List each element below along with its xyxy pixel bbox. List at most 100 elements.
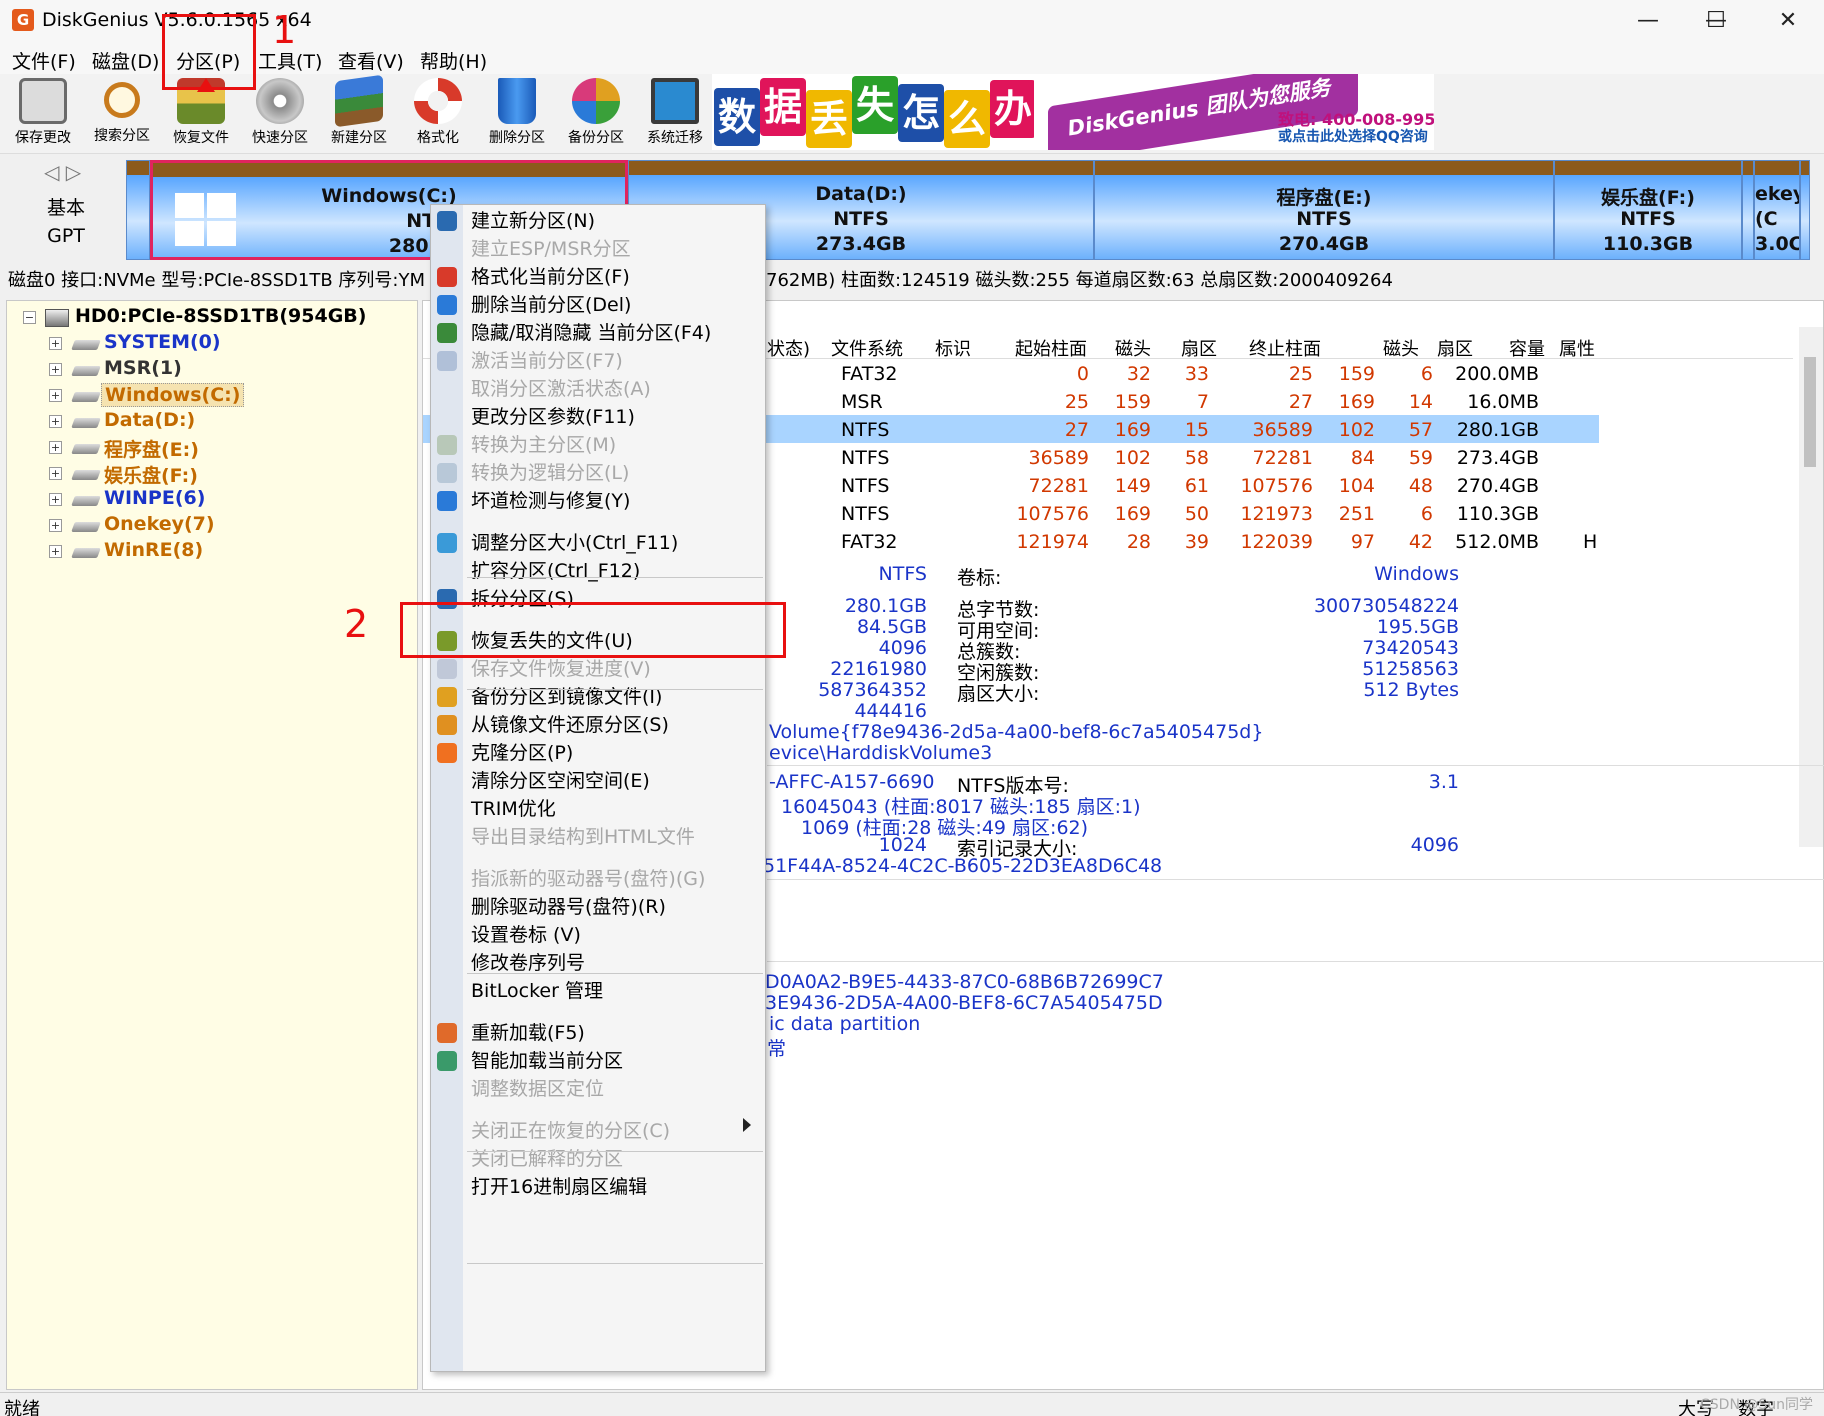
table-header-cell[interactable]: 扇区 (1181, 335, 1217, 361)
menu-item[interactable]: 清除分区空闲空间(E) (471, 767, 650, 795)
menu-item: 指派新的驱动器号(盘符)(G) (471, 868, 706, 890)
table-header-cell[interactable]: 磁头 (1383, 335, 1419, 361)
disk-nav-arrows-icon[interactable]: ◁ ▷ (44, 160, 81, 184)
tree-item-partition[interactable]: + Data(D:) (15, 409, 415, 435)
cell-s1: 61 (1184, 475, 1209, 497)
close-button[interactable]: ✕ (1752, 0, 1824, 42)
table-header-cell[interactable]: 属性 (1559, 335, 1595, 361)
menu-item[interactable]: BitLocker 管理 (471, 977, 603, 1005)
cell-attr: H (1583, 531, 1598, 553)
expand-icon[interactable]: + (49, 415, 62, 428)
tool-save-changes[interactable]: 保存更改 (5, 76, 81, 152)
menu-item[interactable]: 备份分区到镜像文件(I) (471, 683, 662, 711)
detail-value: 444416 (854, 700, 927, 722)
tree-item-partition[interactable]: + MSR(1) (15, 357, 415, 383)
table-header-cell[interactable]: 容量 (1509, 335, 1545, 361)
detail-device-path: evice\HarddiskVolume3 (769, 742, 993, 764)
expand-icon[interactable]: + (49, 337, 62, 350)
cell-cap: 110.3GB (1456, 503, 1539, 525)
expand-icon[interactable]: + (49, 389, 62, 402)
menu-item[interactable]: 智能加载当前分区 (471, 1047, 623, 1075)
menu-item[interactable]: 隐藏/取消隐藏 当前分区(F4) (471, 319, 711, 347)
tool-delete-partition[interactable]: 删除分区 (479, 76, 555, 152)
partition-block-onekey[interactable]: ekey (C 3.0C (1754, 160, 1800, 260)
menu-item[interactable]: TRIM优化 (471, 795, 556, 823)
menu-item[interactable]: 克隆分区(P) (471, 739, 573, 767)
tool-new-partition[interactable]: 新建分区 (321, 74, 397, 152)
vertical-scrollbar[interactable] (1799, 327, 1823, 847)
tool-backup-partition[interactable]: 备份分区 (558, 76, 634, 152)
annotation-arrow-icon (197, 78, 215, 92)
tree-item-partition[interactable]: + 程序盘(E:) (15, 435, 415, 461)
menu-file[interactable]: 文件(F) (12, 47, 76, 74)
menu-item[interactable]: 删除驱动器号(盘符)(R) (471, 893, 666, 921)
banner-qq-link[interactable]: 或点击此处选择QQ咨询 (1278, 126, 1428, 146)
expand-icon[interactable]: + (49, 493, 62, 506)
tool-search-partition[interactable]: 搜索分区 (84, 76, 160, 152)
table-header-cell[interactable]: 起始柱面 (1015, 335, 1087, 361)
menu-item[interactable]: 坏道检测与修复(Y) (471, 487, 630, 515)
expand-icon[interactable]: + (49, 441, 62, 454)
tree-item-partition[interactable]: + SYSTEM(0) (15, 331, 415, 357)
menu-view[interactable]: 查看(V) (338, 47, 404, 74)
tree-item-label: 娱乐盘(F:) (104, 465, 198, 487)
table-header-cell[interactable]: 状态) (767, 335, 810, 361)
partition-block-f[interactable]: 娱乐盘(F:) NTFS 110.3GB (1554, 160, 1742, 260)
menu-disk[interactable]: 磁盘(D) (92, 47, 159, 74)
expand-icon[interactable]: + (49, 545, 62, 558)
tool-system-migration[interactable]: 系统迁移 (637, 76, 713, 152)
menu-item[interactable]: 调整分区大小(Ctrl_F11) (471, 529, 678, 557)
menu-item[interactable]: 打开16进制扇区编辑 (471, 1173, 647, 1201)
partition-block-winpe[interactable] (1742, 160, 1754, 260)
banner-char: 数 (714, 88, 760, 146)
partition-drive-icon (71, 366, 101, 376)
table-header-cell[interactable]: 终止柱面 (1249, 335, 1321, 361)
scrollbar-thumb[interactable] (1804, 357, 1816, 467)
table-header-cell[interactable]: 扇区 (1437, 335, 1473, 361)
detail-divider (767, 765, 1824, 766)
menu-item: 激活当前分区(F7) (471, 350, 623, 372)
tree-item-label: SYSTEM(0) (104, 331, 221, 353)
expand-icon[interactable]: + (49, 467, 62, 480)
partition-block-winre[interactable] (1800, 160, 1810, 260)
detail-divider (767, 879, 1824, 880)
partition-block-system[interactable] (126, 160, 150, 260)
detail-serial: -AFFC-A157-6690 (769, 771, 935, 793)
tree-item-partition[interactable]: + Onekey(7) (15, 513, 415, 539)
cell-c2: 72281 (1252, 447, 1313, 469)
menu-help[interactable]: 帮助(H) (420, 47, 487, 74)
menu-item[interactable]: 从镜像文件还原分区(S) (471, 711, 669, 739)
menu-item[interactable]: 删除当前分区(Del) (471, 291, 631, 319)
maximize-button[interactable]: ☐ (1680, 0, 1752, 42)
tree-item-partition[interactable]: + 娱乐盘(F:) (15, 461, 415, 487)
table-header-cell[interactable]: 标识 (935, 335, 971, 361)
menu-item[interactable]: 更改分区参数(F11) (471, 403, 635, 431)
tree-item-label: WinRE(8) (104, 539, 204, 561)
tool-format[interactable]: 格式化 (400, 76, 476, 152)
tree-item-label: WINPE(6) (104, 487, 206, 509)
minimize-button[interactable]: — (1612, 0, 1684, 42)
partition-drive-icon (71, 418, 101, 428)
table-header-cell[interactable]: 文件系统 (831, 335, 903, 361)
cell-h1: 169 (1114, 419, 1151, 441)
menu-item[interactable]: 扩容分区(Ctrl_F12) (471, 557, 640, 585)
expand-icon[interactable]: + (49, 519, 62, 532)
collapse-icon[interactable]: − (23, 311, 36, 324)
tree-item-partition[interactable]: + WinRE(8) (15, 539, 415, 565)
cell-h2: 84 (1350, 447, 1375, 469)
tree-item-partition[interactable]: + Windows(C:) (15, 383, 415, 409)
cell-h2: 169 (1338, 391, 1375, 413)
menu-item[interactable]: 重新加载(F5) (471, 1019, 585, 1047)
menu-item[interactable]: 格式化当前分区(F) (471, 263, 630, 291)
monitor-arrow-icon (651, 78, 699, 124)
expand-icon[interactable]: + (49, 363, 62, 376)
table-header-cell[interactable]: 磁头 (1115, 335, 1151, 361)
tree-item-partition[interactable]: + WINPE(6) (15, 487, 415, 513)
menu-item[interactable]: 建立新分区(N) (471, 207, 595, 235)
partition-block-e[interactable]: 程序盘(E:) NTFS 270.4GB (1094, 160, 1554, 260)
cell-c2: 27 (1288, 391, 1313, 413)
menu-item: 关闭正在恢复的分区(C) (471, 1120, 671, 1142)
menu-item[interactable]: 设置卷标 (V) (471, 921, 581, 949)
ad-banner[interactable]: 数 据 丢 失 怎 么 办 DiskGenius 团队为您服务 致电: 400-… (712, 74, 1434, 150)
cell-s1: 39 (1184, 531, 1209, 553)
